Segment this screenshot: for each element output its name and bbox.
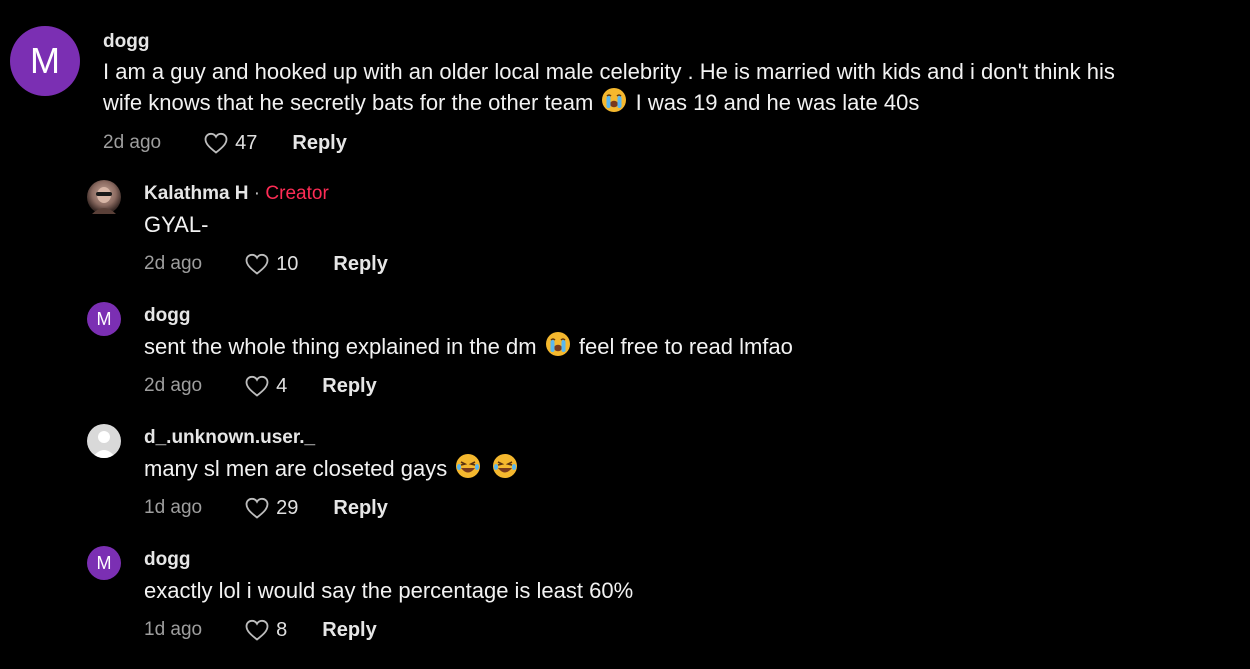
comment-text-part: wife knows that he secretly bats for the… (103, 90, 594, 115)
comment-text-line-1: I am a guy and hooked up with an older l… (103, 59, 1115, 84)
comment-text: exactly lol i would say the percentage i… (144, 578, 634, 603)
loudly-crying-face-emoji-icon (545, 331, 571, 365)
username[interactable]: Kalathma H (144, 183, 249, 204)
like-count: 29 (276, 496, 299, 519)
reply-button[interactable]: Reply (322, 375, 376, 398)
like-button[interactable]: 47 (203, 131, 257, 155)
timestamp: 1d ago (144, 497, 203, 518)
avatar-letter: M (96, 308, 112, 329)
comment-text-line-2: wife knows that he secretly bats for the… (103, 87, 1115, 121)
avatar[interactable] (87, 424, 121, 458)
like-button[interactable]: 8 (244, 618, 287, 642)
heart-outline-icon (245, 375, 269, 397)
heart-outline-icon (245, 497, 269, 519)
heart-outline-icon (204, 132, 228, 154)
reply-button[interactable]: Reply (292, 132, 346, 155)
like-button[interactable]: 10 (244, 252, 298, 276)
username[interactable]: dogg (144, 305, 190, 327)
username[interactable]: d_.unknown.user._ (144, 427, 315, 449)
avatar[interactable] (87, 180, 121, 214)
comment-meta: 2d ago 4 Reply (144, 374, 377, 398)
like-button[interactable]: 4 (244, 374, 287, 398)
laughing-face-emoji-icon (492, 453, 518, 487)
avatar[interactable]: M (10, 26, 80, 96)
reply-button[interactable]: Reply (322, 619, 376, 642)
like-count: 47 (235, 131, 258, 154)
comment-text: many sl men are closeted gays (144, 453, 520, 487)
heart-outline-icon (245, 619, 269, 641)
like-count: 8 (276, 618, 288, 641)
loudly-crying-face-emoji-icon (601, 87, 627, 121)
avatar-letter: M (30, 40, 60, 81)
comment-text-part: sent the whole thing explained in the dm (144, 334, 537, 359)
avatar[interactable]: M (87, 546, 121, 580)
avatar[interactable]: M (87, 302, 121, 336)
comment-text: I am a guy and hooked up with an older l… (103, 56, 1115, 121)
comment-text: sent the whole thing explained in the dm… (144, 331, 793, 365)
comment-text-part: I was 19 and he was late 40s (635, 90, 920, 115)
comment-meta: 2d ago 10 Reply (144, 252, 388, 276)
username-row: Kalathma H · Creator (144, 183, 329, 205)
comment-meta: 2d ago 47 Reply (103, 131, 347, 155)
reply-button[interactable]: Reply (333, 253, 387, 276)
username[interactable]: dogg (103, 31, 149, 53)
timestamp: 2d ago (144, 375, 203, 396)
avatar-letter: M (96, 552, 112, 573)
comment-meta: 1d ago 29 Reply (144, 496, 388, 520)
separator: · (248, 183, 266, 204)
comment-text: GYAL- (144, 212, 209, 237)
laughing-face-emoji-icon (455, 453, 481, 487)
comment-text-part: feel free to read lmfao (578, 334, 793, 359)
reply-button[interactable]: Reply (333, 497, 387, 520)
comment-text-part: many sl men are closeted gays (144, 456, 448, 481)
like-button[interactable]: 29 (244, 496, 298, 520)
timestamp: 1d ago (144, 619, 203, 640)
username[interactable]: dogg (144, 549, 190, 571)
timestamp: 2d ago (144, 253, 203, 274)
creator-badge: Creator (265, 183, 329, 204)
comment-meta: 1d ago 8 Reply (144, 618, 377, 642)
heart-outline-icon (245, 253, 269, 275)
timestamp: 2d ago (103, 132, 162, 153)
like-count: 4 (276, 374, 288, 397)
default-avatar-icon (92, 431, 116, 458)
profile-photo-icon (92, 187, 116, 214)
like-count: 10 (276, 252, 299, 275)
